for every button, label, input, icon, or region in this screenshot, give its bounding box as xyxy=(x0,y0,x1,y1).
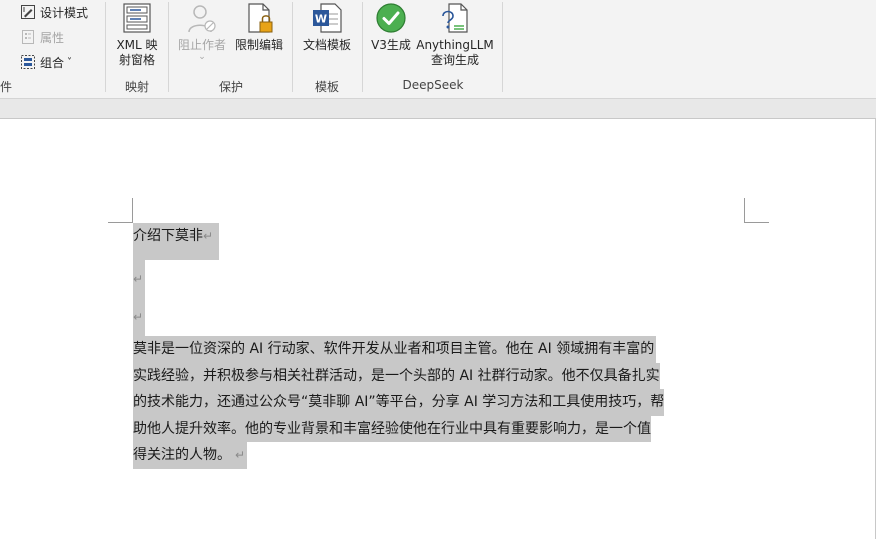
group-divider xyxy=(502,2,503,92)
xml-mapping-icon xyxy=(123,3,151,33)
restrict-editing-label: 限制编辑 xyxy=(234,38,283,52)
xml-mapping-pane-button[interactable]: XML 映 射窗格 xyxy=(112,2,162,68)
title-text: 介绍下莫非 xyxy=(133,228,203,244)
xml-mapping-pane-label: XML 映 射窗格 xyxy=(116,38,158,67)
ribbon: 设计模式 属性 组合 ˅ 件 XML 映 射窗格 映射 阻止作者 ⌄ 限制编辑 … xyxy=(0,0,876,99)
document-template-button[interactable]: W 文档模板 xyxy=(300,2,354,53)
body-line-text: 得关注的人物。 xyxy=(133,447,231,463)
body-line-last[interactable]: 得关注的人物。 ↵ xyxy=(133,442,248,469)
word-template-icon: W xyxy=(313,3,342,33)
group-divider xyxy=(105,2,106,92)
anythingllm-query-button[interactable]: AnythingLLM 查询生成 xyxy=(416,2,494,68)
design-mode-button[interactable]: 设计模式 xyxy=(20,2,88,22)
body-line[interactable]: 莫非是一位资深的 AI 行动家、软件开发从业者和项目主管。他在 AI 领域拥有丰… xyxy=(133,336,657,363)
restrict-editing-icon xyxy=(248,3,273,33)
design-mode-label: 设计模式 xyxy=(40,5,89,20)
paragraph-mark: ↵ xyxy=(133,310,144,324)
design-mode-icon xyxy=(21,5,35,19)
empty-paragraph[interactable]: ↵ xyxy=(133,298,145,336)
group-button[interactable]: 组合 ˅ xyxy=(20,52,72,72)
properties-button[interactable]: 属性 xyxy=(20,27,64,47)
body-line[interactable]: 的技术能力，还通过公众号“莫非聊 AI”等平台，分享 AI 学习方法和工具使用技… xyxy=(133,389,665,416)
svg-text:W: W xyxy=(315,13,327,26)
paragraph-mark: ↵ xyxy=(133,272,144,286)
paragraph-mark: ↵ xyxy=(235,448,246,462)
group-label: 组合 xyxy=(40,55,65,70)
anythingllm-query-label: AnythingLLM 查询生成 xyxy=(416,38,494,67)
block-authors-icon xyxy=(188,5,216,33)
block-authors-label: 阻止作者 xyxy=(177,38,226,52)
paragraph-mark: ↵ xyxy=(203,229,214,243)
document-body[interactable]: 介绍下莫非↵ ↵ ↵ 莫非是一位资深的 AI 行动家、软件开发从业者和项目主管。… xyxy=(133,223,743,469)
mapping-group-label: 映射 xyxy=(124,80,149,94)
block-authors-button[interactable]: 阻止作者 ⌄ xyxy=(174,2,230,62)
chevron-down-icon: ⌄ xyxy=(198,52,206,62)
protect-group-label: 保护 xyxy=(218,80,243,94)
group-icon xyxy=(21,55,35,69)
document-canvas[interactable]: 介绍下莫非↵ ↵ ↵ 莫非是一位资深的 AI 行动家、软件开发从业者和项目主管。… xyxy=(0,99,876,539)
restrict-editing-button[interactable]: 限制编辑 xyxy=(232,2,286,53)
document-title-line[interactable]: 介绍下莫非↵ xyxy=(133,223,220,260)
body-line[interactable]: 助他人提升效率。他的专业背景和丰富经验使他在行业中具有重要影响力，是一个值 xyxy=(133,415,651,442)
v3-generate-label: V3生成 xyxy=(371,38,411,52)
crop-mark-top-right xyxy=(744,198,769,223)
document-query-icon xyxy=(442,3,468,33)
body-line[interactable]: 实践经验，并积极参与相关社群活动，是一个头部的 AI 社群行动家。他不仅具备扎实 xyxy=(133,362,660,389)
properties-label: 属性 xyxy=(40,30,65,45)
document-template-label: 文档模板 xyxy=(302,38,351,52)
document-page[interactable]: 介绍下莫非↵ ↵ ↵ 莫非是一位资深的 AI 行动家、软件开发从业者和项目主管。… xyxy=(0,118,876,539)
properties-icon xyxy=(22,30,34,44)
controls-group-label: 件 xyxy=(0,80,13,94)
empty-paragraph[interactable]: ↵ xyxy=(133,260,145,298)
group-divider xyxy=(168,2,169,92)
templates-group-label: 模板 xyxy=(314,80,339,94)
v3-generate-button[interactable]: V3生成 xyxy=(368,2,414,53)
chevron-down-icon: ˅ xyxy=(67,56,73,68)
green-check-icon xyxy=(376,3,406,33)
deepseek-group-label: DeepSeek xyxy=(402,78,464,92)
crop-mark-top-left xyxy=(108,198,133,223)
